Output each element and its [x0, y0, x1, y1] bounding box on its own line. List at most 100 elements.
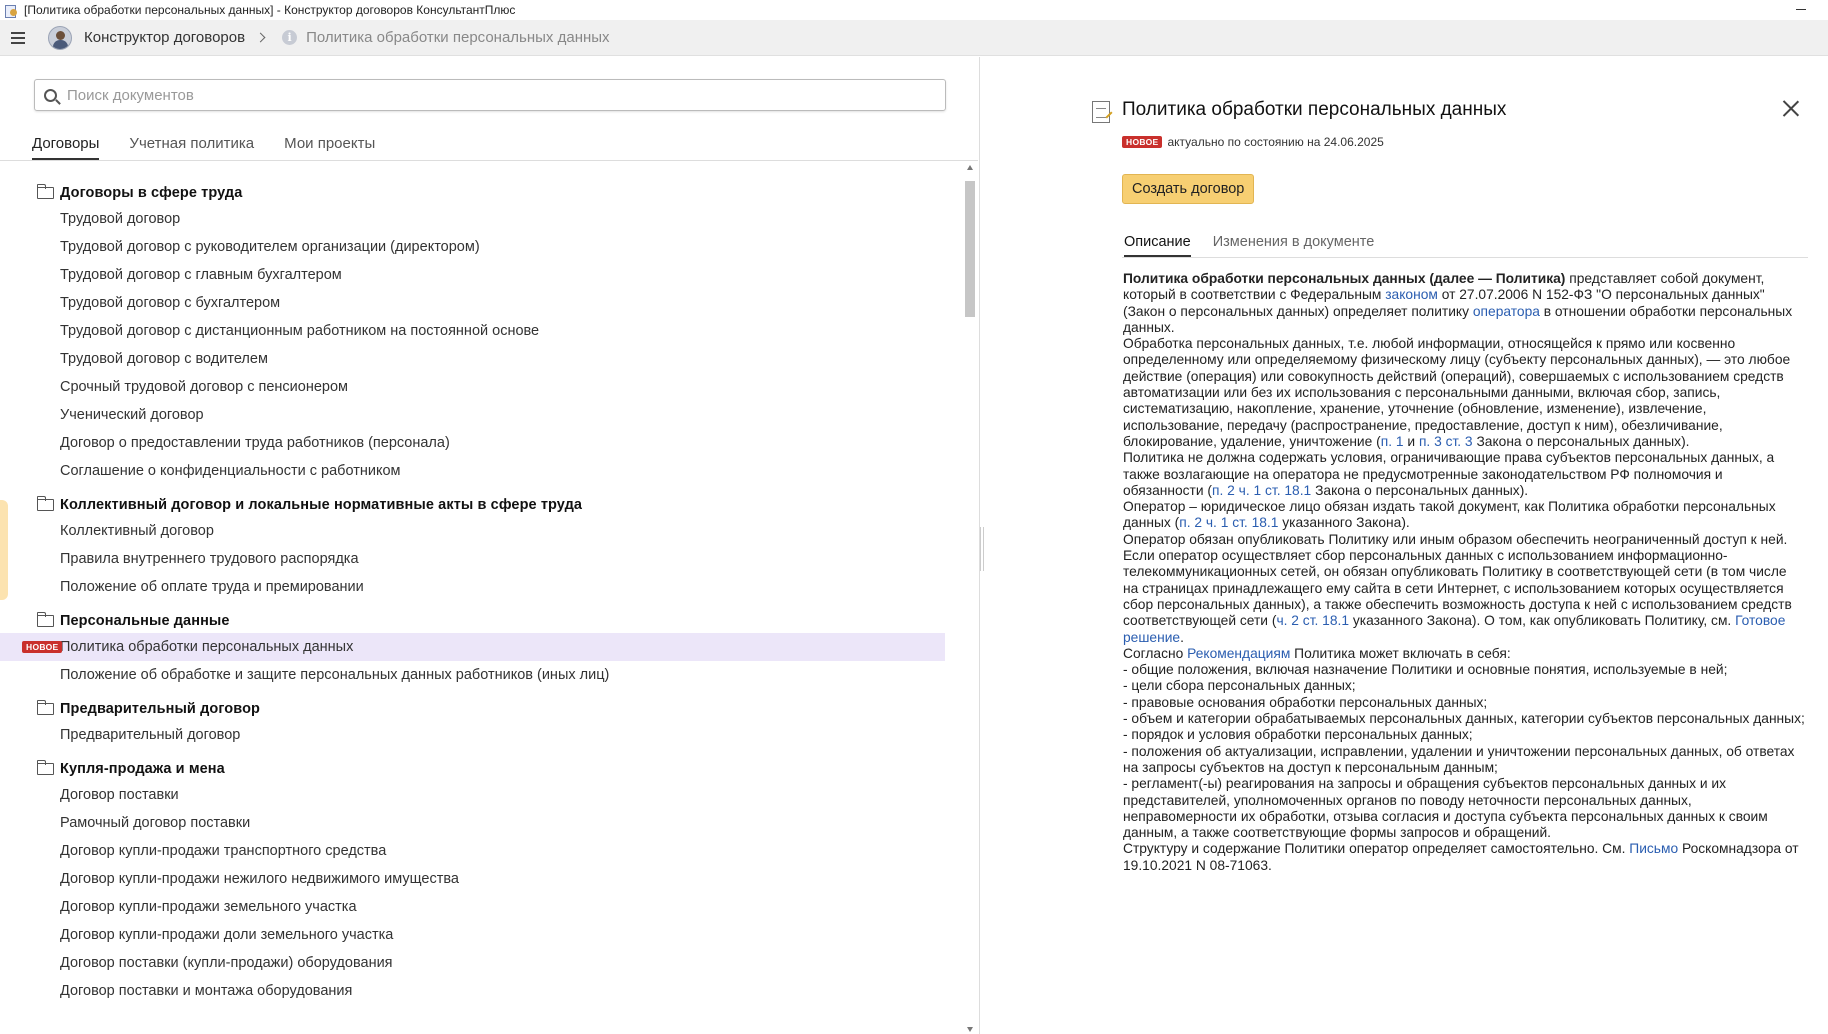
text-span: Обработка персональных данных, т.е. любо… [1123, 336, 1791, 449]
info-icon: i [282, 30, 298, 45]
tab-accounting-policy[interactable]: Учетная политика [129, 135, 254, 160]
tree-group[interactable]: Коллективный договор и локальные нормати… [0, 493, 960, 517]
tab-description[interactable]: Описание [1124, 234, 1191, 257]
tree-item-label: Договор купли-продажи транспортного сред… [60, 843, 387, 859]
document-tabs: Описание Изменения в документе [1124, 234, 1396, 257]
text-span: . [1180, 629, 1184, 645]
tree-item[interactable]: Положение об обработке и защите персонал… [0, 661, 960, 689]
text-span: - порядок и условия обработки персональн… [1123, 727, 1473, 743]
tree-group-title: Предварительный договор [60, 701, 260, 717]
close-icon[interactable] [1782, 99, 1800, 117]
text-span: - правовые основания обработки персональ… [1123, 694, 1488, 710]
tree-group-title: Купля-продажа и мена [60, 761, 225, 777]
tree-item[interactable]: Трудовой договор с главным бухгалтером [0, 261, 960, 289]
tree-item[interactable]: Договор поставки [0, 781, 960, 809]
folder-icon [36, 700, 54, 715]
description-paragraph: - положения об актуализации, исправлении… [1123, 744, 1805, 777]
scrollbar-thumb[interactable] [965, 181, 975, 317]
description-paragraph: Структуру и содержание Политики оператор… [1123, 841, 1805, 874]
tab-changes[interactable]: Изменения в документе [1213, 234, 1375, 257]
document-title: Политика обработки персональных данных [1122, 99, 1507, 120]
tree-item[interactable]: НОВОЕ Политика обработки персональных дан… [0, 633, 945, 661]
tree-item[interactable]: Трудовой договор с дистанционным работни… [0, 317, 960, 345]
avatar[interactable] [48, 25, 72, 50]
tree-item[interactable]: Трудовой договор [0, 205, 960, 233]
tree-item[interactable]: Трудовой договор с водителем [0, 345, 960, 373]
menu-icon[interactable] [0, 20, 36, 56]
tree-item[interactable]: Договор купли-продажи нежилого недвижимо… [0, 865, 960, 893]
tree-item[interactable]: Соглашение о конфиденциальности с работн… [0, 457, 960, 485]
breadcrumb: Конструктор договоров i Политика обработ… [0, 20, 1828, 56]
text-span: и [1403, 433, 1419, 449]
description-paragraph: Политика обработки персональных данных (… [1123, 271, 1805, 336]
doc-link[interactable]: законом [1385, 287, 1438, 302]
tree-group[interactable]: Предварительный договор [0, 697, 960, 721]
search-icon [44, 88, 57, 102]
description-paragraph: - порядок и условия обработки персональн… [1123, 727, 1805, 743]
create-contract-button[interactable]: Создать договор [1122, 174, 1255, 204]
tree-item-label: Ученический договор [60, 407, 204, 423]
scrollbar[interactable] [965, 163, 975, 1032]
doc-link[interactable]: Письмо [1629, 841, 1678, 856]
tree-item-label: Положение об обработке и защите персонал… [60, 667, 610, 683]
new-badge: НОВОЕ [1122, 136, 1163, 148]
tree-item[interactable]: Договор купли-продажи транспортного сред… [0, 837, 960, 865]
scroll-up-icon[interactable] [967, 165, 973, 170]
tree-item[interactable]: Положение об оплате труда и премировании [0, 573, 960, 601]
tab-contracts[interactable]: Договоры [32, 135, 100, 160]
tree-item-label: Трудовой договор с руководителем организ… [60, 239, 480, 255]
tree-item[interactable]: Коллективный договор [0, 517, 960, 545]
breadcrumb-root[interactable]: Конструктор договоров [84, 29, 245, 46]
tab-my-projects[interactable]: Мои проекты [284, 135, 375, 160]
doc-link[interactable]: Рекомендациям [1187, 646, 1290, 661]
tree-item[interactable]: Рамочный договор поставки [0, 809, 960, 837]
description-paragraph: Оператор обязан опубликовать Политику ил… [1123, 532, 1805, 646]
document-detail-panel: Политика обработки персональных данных Н… [1092, 57, 1808, 1034]
doc-link[interactable]: п. 1 [1381, 434, 1404, 449]
tree-item[interactable]: Ученический договор [0, 401, 960, 429]
document-description: Политика обработки персональных данных (… [1123, 271, 1805, 874]
tree-item[interactable]: Правила внутреннего трудового распорядка [0, 545, 960, 573]
text-span: - регламент(-ы) реагирования на запросы … [1123, 776, 1768, 841]
text-span: Закона о персональных данных). [1472, 433, 1690, 449]
search-box[interactable] [34, 79, 946, 111]
tree-item[interactable]: Договор поставки и монтажа оборудования [0, 977, 960, 1005]
tree-item[interactable]: Трудовой договор с руководителем организ… [0, 233, 960, 261]
folder-icon [36, 760, 54, 775]
tree-item-label: Договор купли-продажи нежилого недвижимо… [60, 871, 459, 887]
window-title: [Политика обработки персональных данных]… [24, 3, 516, 17]
tree-group[interactable]: Персональные данные [0, 609, 960, 633]
doc-link[interactable]: п. 2 ч. 1 ст. 18.1 [1179, 515, 1278, 530]
tree-group[interactable]: Договоры в сфере труда [0, 181, 960, 205]
tree-group-title: Договоры в сфере труда [60, 185, 243, 201]
tree-item[interactable]: Договор поставки (купли-продажи) оборудо… [0, 949, 960, 977]
panel-splitter[interactable] [980, 527, 984, 571]
app-icon [4, 3, 18, 18]
side-panel-handle[interactable] [0, 500, 8, 600]
document-list-panel: Договоры Учетная политика Мои проекты До… [0, 57, 980, 1034]
document-status: НОВОЕ актуально по состоянию на 24.06.20… [1122, 135, 1384, 149]
tabs-divider [0, 160, 978, 161]
scroll-down-icon[interactable] [967, 1027, 973, 1032]
tree-item-label: Трудовой договор с главным бухгалтером [60, 267, 342, 283]
doc-link[interactable]: ч. 2 ст. 18.1 [1276, 613, 1349, 628]
tree-item[interactable]: Договор купли-продажи доли земельного уч… [0, 921, 960, 949]
doc-link[interactable]: оператора [1473, 304, 1540, 319]
minimize-icon[interactable] [1796, 9, 1806, 10]
doc-link[interactable]: п. 2 ч. 1 ст. 18.1 [1212, 483, 1311, 498]
search-input[interactable] [67, 86, 917, 104]
tree-item-label: Договор купли-продажи доли земельного уч… [60, 927, 394, 943]
tree-item[interactable]: Договор о предоставлении труда работнико… [0, 429, 960, 457]
description-paragraph: - регламент(-ы) реагирования на запросы … [1123, 776, 1805, 841]
tree-item[interactable]: Предварительный договор [0, 721, 960, 749]
tree-item-label: Договор купли-продажи земельного участка [60, 899, 357, 915]
folder-icon [36, 612, 54, 627]
tree-group[interactable]: Купля-продажа и мена [0, 757, 960, 781]
tree-item[interactable]: Договор купли-продажи земельного участка [0, 893, 960, 921]
document-tabs-divider [1122, 257, 1808, 258]
tree-item[interactable]: Трудовой договор с бухгалтером [0, 289, 960, 317]
text-span: указанного Закона). [1278, 515, 1410, 531]
tree-item-label: Трудовой договор с бухгалтером [60, 295, 281, 311]
tree-item[interactable]: Срочный трудовой договор с пенсионером [0, 373, 960, 401]
doc-link[interactable]: п. 3 ст. 3 [1419, 434, 1473, 449]
